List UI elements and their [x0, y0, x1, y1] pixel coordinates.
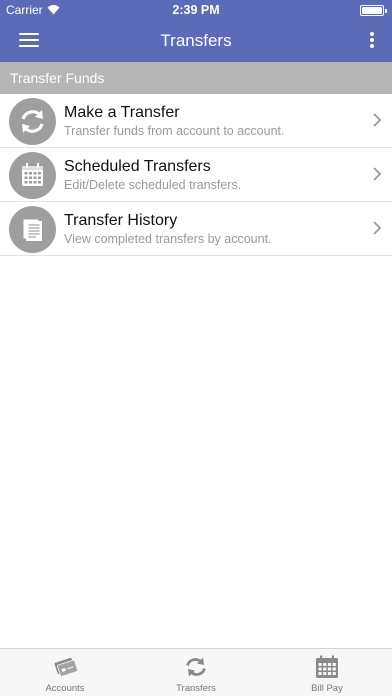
- tab-label: Bill Pay: [311, 683, 343, 694]
- tab-transfers[interactable]: Transfers: [131, 649, 261, 696]
- row-subtitle: View completed transfers by account.: [64, 232, 272, 246]
- tab-accounts[interactable]: Accounts: [0, 649, 130, 696]
- row-title: Transfer History: [64, 212, 178, 229]
- chevron-right-icon: [373, 167, 382, 181]
- refresh-arrows-icon: [186, 657, 206, 677]
- row-subtitle: Edit/Delete scheduled transfers.: [64, 178, 242, 192]
- tab-label: Transfers: [176, 683, 216, 694]
- section-header: Transfer Funds: [0, 62, 392, 94]
- battery-icon: [360, 5, 387, 16]
- transfer-options-list: Make a Transfer Transfer funds from acco…: [0, 94, 392, 256]
- top-bar: Carrier 2:39 PM Transfers: [0, 0, 392, 62]
- tab-bill-pay[interactable]: Bill Pay: [262, 649, 392, 696]
- page-title: Transfers: [160, 31, 232, 50]
- transfer-history-row[interactable]: Transfer History View completed transfer…: [0, 202, 392, 256]
- status-bar: Carrier 2:39 PM: [0, 0, 392, 20]
- chevron-right-icon: [373, 113, 382, 127]
- status-time: 2:39 PM: [172, 3, 220, 17]
- cards-icon: [54, 657, 78, 677]
- row-title: Scheduled Transfers: [64, 158, 211, 175]
- chevron-right-icon: [373, 221, 382, 235]
- row-title: Make a Transfer: [64, 104, 180, 121]
- make-transfer-row[interactable]: Make a Transfer Transfer funds from acco…: [0, 94, 392, 148]
- document-icon: [9, 206, 56, 253]
- refresh-arrows-icon: [9, 98, 56, 145]
- tab-label: Accounts: [45, 683, 85, 694]
- more-options-button[interactable]: [366, 30, 378, 50]
- calendar-icon: [9, 152, 56, 199]
- calendar-icon: [316, 655, 338, 678]
- row-subtitle: Transfer funds from account to account.: [64, 124, 285, 138]
- scheduled-transfers-row[interactable]: Scheduled Transfers Edit/Delete schedule…: [0, 148, 392, 202]
- tab-bar: Accounts Transfers Bill Pay: [0, 648, 392, 696]
